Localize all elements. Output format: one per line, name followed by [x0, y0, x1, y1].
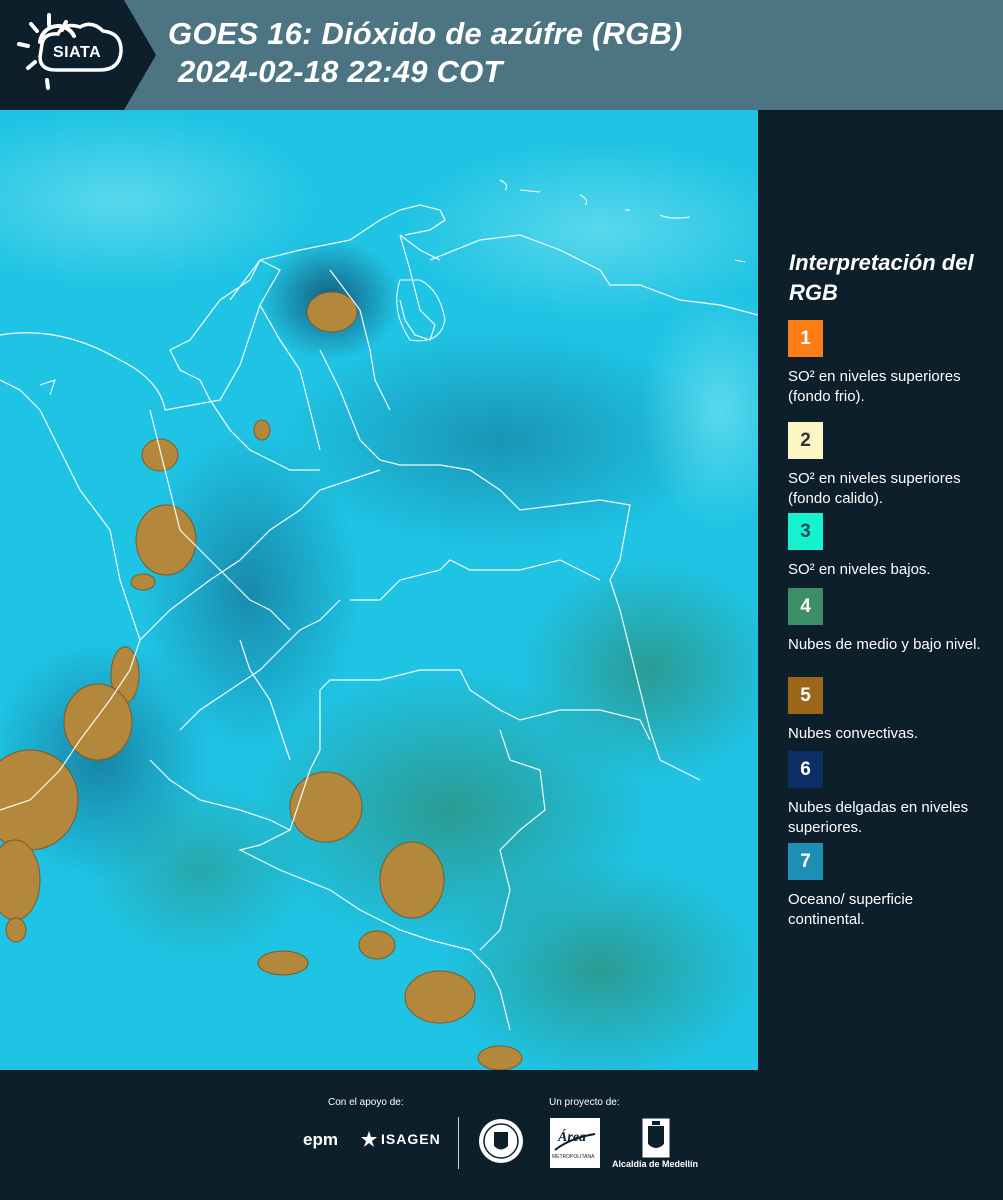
- alcaldia-label: Alcaldía de Medellín: [612, 1159, 699, 1169]
- legend-label: Oceano/ superficie continental.: [788, 891, 914, 928]
- area-logo-text: Área: [558, 1130, 586, 1145]
- header-bar: SIATA GOES 16: Dióxido de azúfre (RGB) 2…: [0, 0, 1003, 110]
- legend-label: Nubes delgadas en niveles superiores.: [788, 799, 969, 836]
- legend-swatch: 6: [788, 751, 823, 788]
- legend-swatch: 1: [788, 320, 823, 357]
- legend-swatch: 3: [788, 513, 823, 550]
- legend-item: 1 SO² en niveles superiores (fondo frio).: [788, 320, 988, 407]
- legend-item: 4 Nubes de medio y bajo nivel.: [788, 588, 988, 655]
- legend-swatch: 4: [788, 588, 823, 625]
- legend-swatch: 7: [788, 843, 823, 880]
- legend-item: 6 Nubes delgadas en niveles superiores.: [788, 751, 988, 838]
- satellite-map[interactable]: [0, 110, 758, 1070]
- legend-swatch: 2: [788, 422, 823, 459]
- siata-logo[interactable]: SIATA: [0, 0, 158, 110]
- legend-item: 5 Nubes convectivas.: [788, 677, 988, 744]
- footer: Con el apoyo de: Un proyecto de: epm ISA…: [0, 1070, 1003, 1200]
- page-title: GOES 16: Dióxido de azúfre (RGB): [168, 16, 683, 51]
- timestamp: 2024-02-18 22:49 COT: [178, 54, 503, 89]
- epm-logo[interactable]: epm: [303, 1130, 338, 1150]
- area-metropolitana-logo[interactable]: Área METROPOLITANA: [550, 1118, 600, 1168]
- siata-wordmark: SIATA: [53, 44, 102, 61]
- medellin-seal-icon[interactable]: [477, 1117, 525, 1165]
- legend-label: SO² en niveles superiores (fondo frio).: [788, 368, 961, 405]
- legend-title: Interpretación del RGB: [789, 250, 974, 305]
- footer-divider: [458, 1117, 459, 1169]
- legend-item: 2 SO² en niveles superiores (fondo calido…: [788, 422, 988, 509]
- support-label: Con el apoyo de:: [328, 1097, 404, 1108]
- legend-label: Nubes de medio y bajo nivel.: [788, 636, 981, 653]
- legend-swatch: 5: [788, 677, 823, 714]
- legend-label: Nubes convectivas.: [788, 725, 919, 742]
- legend-item: 3 SO² en niveles bajos.: [788, 513, 988, 580]
- area-logo-subtext: METROPOLITANA: [552, 1154, 595, 1160]
- isagen-logo[interactable]: ISAGEN: [360, 1130, 441, 1148]
- project-label: Un proyecto de:: [549, 1097, 620, 1108]
- legend-panel: Interpretación del RGB 1 SO² en niveles s…: [758, 110, 1003, 1070]
- legend-label: SO² en niveles superiores (fondo calido)…: [788, 470, 961, 507]
- isagen-label: ISAGEN: [381, 1131, 441, 1147]
- legend-item: 7 Oceano/ superficie continental.: [788, 843, 988, 930]
- isagen-star-icon: [361, 1131, 377, 1147]
- legend-label: SO² en niveles bajos.: [788, 561, 931, 578]
- alcaldia-emblem-icon[interactable]: [642, 1118, 670, 1158]
